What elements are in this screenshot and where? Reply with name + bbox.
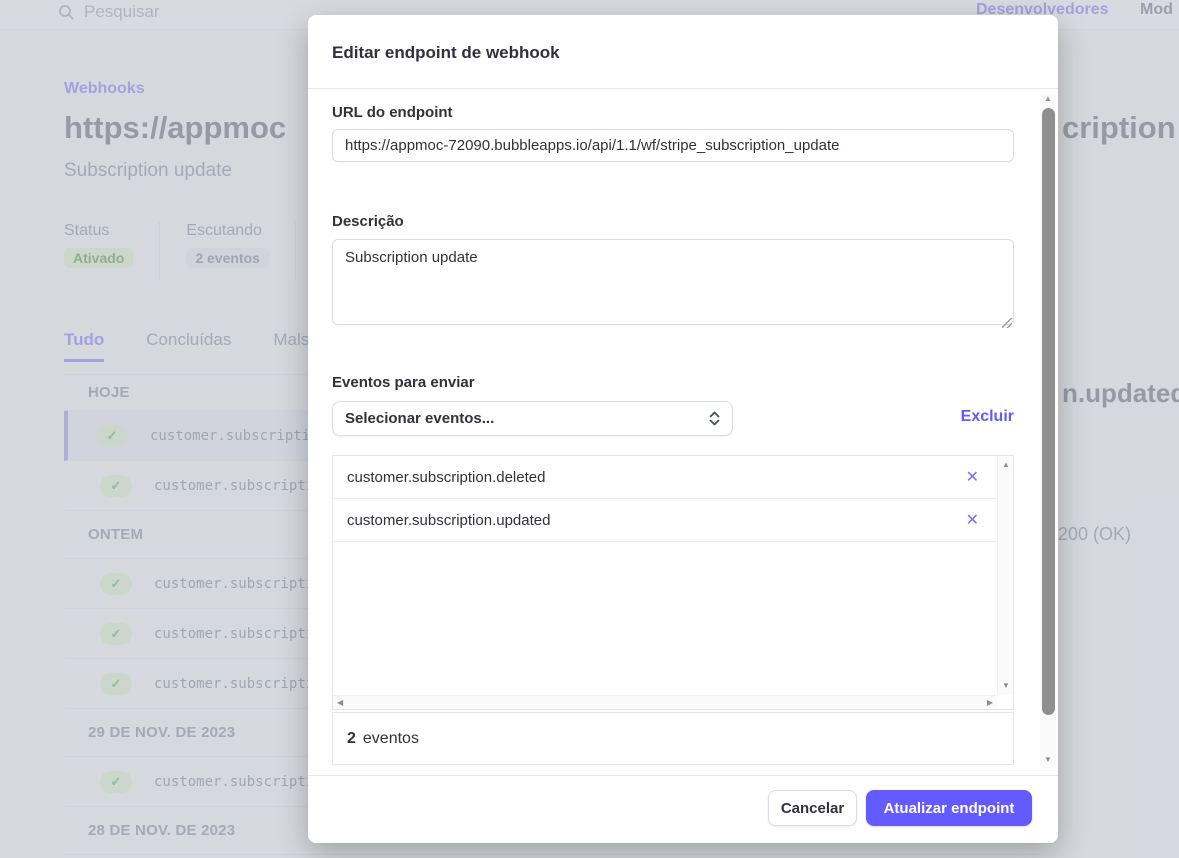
select-events-placeholder: Selecionar eventos... <box>345 410 495 427</box>
modal-scrollbar-thumb[interactable] <box>1042 108 1055 715</box>
scroll-right-icon[interactable]: ▶ <box>987 699 993 707</box>
events-field-label: Eventos para enviar <box>332 374 475 391</box>
dialog-title: Editar endpoint de webhook <box>332 43 560 62</box>
selected-events-list: customer.subscription.deleted ✕ customer… <box>332 455 1014 710</box>
remove-event-icon[interactable]: ✕ <box>966 467 979 487</box>
events-horizontal-scrollbar[interactable]: ◀ ▶ <box>333 695 997 709</box>
update-endpoint-button[interactable]: Atualizar endpoint <box>866 790 1032 826</box>
footer-divider <box>308 775 1058 776</box>
scroll-up-icon[interactable]: ▲ <box>1002 461 1010 469</box>
events-count-number: 2 <box>347 729 356 747</box>
header-divider <box>308 88 1058 89</box>
event-name: customer.subscription.updated <box>347 511 551 529</box>
cancel-button[interactable]: Cancelar <box>768 790 857 826</box>
select-events-dropdown[interactable]: Selecionar eventos... <box>332 401 733 436</box>
delete-endpoint-link[interactable]: Excluir <box>938 408 1014 426</box>
events-vertical-scrollbar[interactable]: ▲ ▼ <box>997 456 1013 695</box>
scroll-down-icon[interactable]: ▼ <box>1002 682 1010 690</box>
selected-event-row: customer.subscription.updated ✕ <box>333 499 997 542</box>
description-textarea[interactable]: Subscription update <box>332 239 1014 325</box>
event-name: customer.subscription.deleted <box>347 468 546 486</box>
chevron-updown-icon <box>709 411 720 426</box>
url-field-label: URL do endpoint <box>332 104 453 121</box>
scroll-down-icon[interactable]: ▼ <box>1044 756 1052 764</box>
selected-events-rows: customer.subscription.deleted ✕ customer… <box>333 456 997 695</box>
remove-event-icon[interactable]: ✕ <box>966 510 979 530</box>
description-field-label: Descrição <box>332 213 404 230</box>
scroll-up-icon[interactable]: ▲ <box>1044 95 1052 103</box>
selected-event-row: customer.subscription.deleted ✕ <box>333 456 997 499</box>
resize-handle-icon[interactable] <box>1002 318 1012 328</box>
screen: Pesquisar Desenvolvedores Mod Webhooks h… <box>0 0 1179 858</box>
events-count-bar: 2 eventos <box>332 712 1014 765</box>
edit-webhook-dialog: Editar endpoint de webhook URL do endpoi… <box>308 15 1058 843</box>
events-count-label: eventos <box>362 729 419 747</box>
url-input[interactable] <box>332 129 1014 162</box>
scroll-left-icon[interactable]: ◀ <box>337 699 343 707</box>
